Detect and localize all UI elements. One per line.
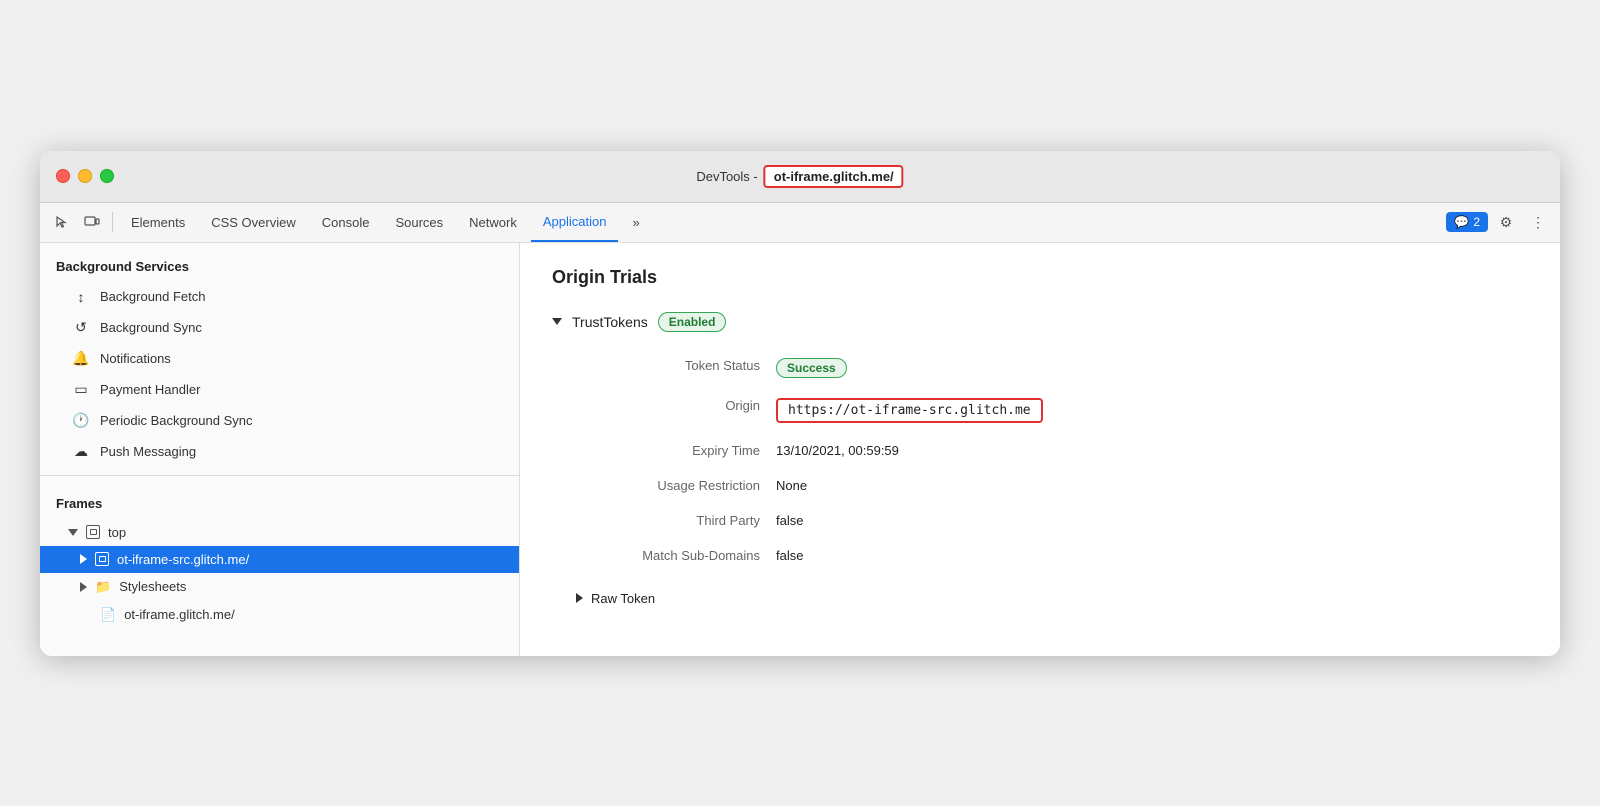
sidebar-item-notifications[interactable]: 🔔 Notifications (40, 343, 519, 374)
bg-fetch-label: Background Fetch (100, 289, 206, 304)
sidebar-item-periodic-bg-sync[interactable]: 🕐 Periodic Background Sync (40, 405, 519, 436)
match-sub-domains-label: Match Sub-Domains (576, 538, 776, 573)
frames-header: Frames (40, 484, 519, 519)
more-options-button[interactable]: ⋮ (1524, 208, 1552, 236)
devtools-window: DevTools - ot-iframe.glitch.me/ Elements… (40, 151, 1560, 656)
raw-token-row[interactable]: Raw Token (576, 581, 1528, 616)
origin-url: https://ot-iframe-src.glitch.me (776, 398, 1043, 423)
triangle-right-icon (80, 554, 87, 564)
push-messaging-label: Push Messaging (100, 444, 196, 459)
chat-icon: 💬 (1454, 215, 1469, 229)
bg-sync-label: Background Sync (100, 320, 202, 335)
frames-section: Frames top ot-iframe-src.glitch.me/ (40, 484, 519, 629)
settings-button[interactable]: ⚙ (1492, 208, 1520, 236)
trust-tokens-section: TrustTokens Enabled Token Status Success… (552, 312, 1528, 616)
traffic-lights (56, 169, 114, 183)
origin-label: Origin (576, 388, 776, 433)
tab-sources[interactable]: Sources (383, 202, 455, 242)
raw-token-label: Raw Token (591, 591, 655, 606)
third-party-label: Third Party (576, 503, 776, 538)
frame-item-ot-iframe[interactable]: 📄 ot-iframe.glitch.me/ (40, 601, 519, 629)
chat-badge[interactable]: 💬 2 (1446, 212, 1488, 232)
frame-item-ot-iframe-src[interactable]: ot-iframe-src.glitch.me/ (40, 546, 519, 573)
title-bar: DevTools - ot-iframe.glitch.me/ (40, 151, 1560, 203)
sidebar-item-bg-fetch[interactable]: ↕ Background Fetch (40, 282, 519, 312)
sidebar-item-push-messaging[interactable]: ☁ Push Messaging (40, 436, 519, 467)
triangle-right-raw (576, 593, 583, 603)
notifications-label: Notifications (100, 351, 171, 366)
devtools-label: DevTools - (696, 169, 757, 184)
periodic-bg-sync-label: Periodic Background Sync (100, 413, 252, 428)
device-icon (84, 215, 100, 229)
sidebar: Background Services ↕ Background Fetch ↺… (40, 243, 520, 656)
payment-handler-label: Payment Handler (100, 382, 200, 397)
title-bar-center: DevTools - ot-iframe.glitch.me/ (696, 165, 903, 188)
match-sub-domains-value: false (776, 538, 1528, 573)
frame-item-top[interactable]: top (40, 519, 519, 546)
device-icon-btn[interactable] (78, 208, 106, 236)
cursor-icon-btn[interactable] (48, 208, 76, 236)
usage-restriction-value: None (776, 468, 1528, 503)
push-messaging-icon: ☁ (72, 443, 90, 460)
tab-network[interactable]: Network (457, 202, 529, 242)
expand-icon-top (68, 529, 78, 536)
toolbar-right: 💬 2 ⚙ ⋮ (1446, 208, 1552, 236)
frame-top-label: top (108, 525, 126, 540)
folder-icon: 📁 (95, 579, 111, 595)
ellipsis-icon: ⋮ (1531, 214, 1545, 231)
sidebar-item-payment-handler[interactable]: ▭ Payment Handler (40, 374, 519, 405)
gear-icon: ⚙ (1500, 214, 1513, 231)
frame-icon-ot-iframe-src (95, 552, 109, 566)
tab-application[interactable]: Application (531, 202, 619, 242)
maximize-button[interactable] (100, 169, 114, 183)
third-party-value: false (776, 503, 1528, 538)
sidebar-item-bg-sync[interactable]: ↺ Background Sync (40, 312, 519, 343)
tab-console[interactable]: Console (310, 202, 382, 242)
frame-ot-iframe-src-label: ot-iframe-src.glitch.me/ (117, 552, 249, 567)
enabled-badge: Enabled (658, 312, 727, 332)
tab-more[interactable]: » (620, 202, 651, 242)
expiry-time-value: 13/10/2021, 00:59:59 (776, 433, 1528, 468)
token-status-label: Token Status (576, 348, 776, 388)
chat-count: 2 (1473, 215, 1480, 229)
triangle-right-icon-ss (80, 582, 87, 592)
cursor-icon (55, 215, 69, 229)
title-url: ot-iframe.glitch.me/ (764, 165, 904, 188)
frame-icon-top (86, 525, 100, 539)
detail-table: Token Status Success Origin https://ot-i… (576, 348, 1528, 573)
toolbar: Elements CSS Overview Console Sources Ne… (40, 203, 1560, 243)
tab-elements[interactable]: Elements (119, 202, 197, 242)
periodic-bg-sync-icon: 🕐 (72, 412, 90, 429)
trust-tokens-label: TrustTokens (572, 314, 648, 330)
frame-icon-inner-ot-iframe-src (99, 556, 106, 562)
content-area: Origin Trials TrustTokens Enabled Token … (520, 243, 1560, 656)
bg-services-header: Background Services (40, 243, 519, 282)
file-icon: 📄 (100, 607, 116, 623)
frame-icon-inner-top (90, 529, 97, 535)
minimize-button[interactable] (78, 169, 92, 183)
usage-restriction-label: Usage Restriction (576, 468, 776, 503)
stylesheets-label: Stylesheets (119, 579, 186, 594)
bg-sync-icon: ↺ (72, 319, 90, 336)
token-header: TrustTokens Enabled (552, 312, 1528, 332)
sidebar-divider-1 (40, 475, 519, 476)
toolbar-divider-1 (112, 212, 113, 232)
frame-ot-iframe-label: ot-iframe.glitch.me/ (124, 607, 235, 622)
token-status-value: Success (776, 348, 1528, 388)
triangle-down-token (552, 318, 562, 325)
origin-value: https://ot-iframe-src.glitch.me (776, 388, 1528, 433)
frame-item-stylesheets[interactable]: 📁 Stylesheets (40, 573, 519, 601)
success-badge: Success (776, 358, 847, 378)
notifications-icon: 🔔 (72, 350, 90, 367)
bg-fetch-icon: ↕ (72, 289, 90, 305)
page-title: Origin Trials (552, 267, 1528, 288)
close-button[interactable] (56, 169, 70, 183)
main-layout: Background Services ↕ Background Fetch ↺… (40, 243, 1560, 656)
payment-handler-icon: ▭ (72, 381, 90, 398)
expiry-time-label: Expiry Time (576, 433, 776, 468)
tab-css-overview[interactable]: CSS Overview (199, 202, 308, 242)
